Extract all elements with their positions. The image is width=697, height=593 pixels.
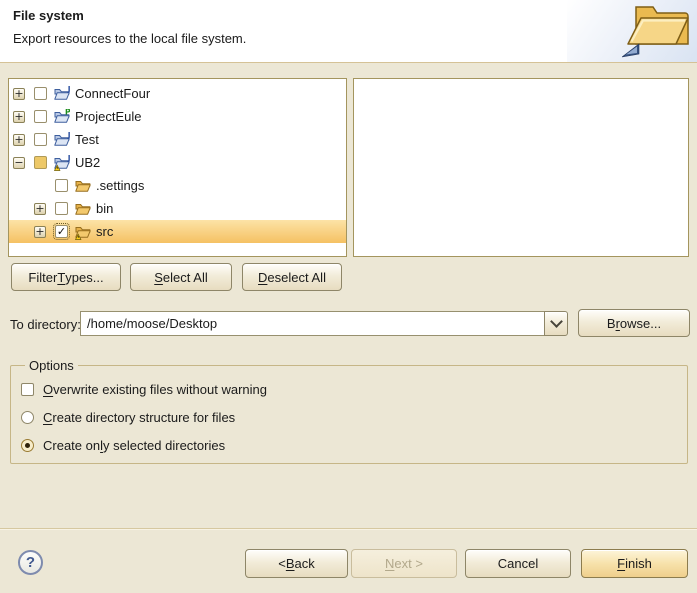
option-radio[interactable] xyxy=(21,439,34,452)
tree-checkbox[interactable] xyxy=(34,156,47,169)
file-list-panel[interactable] xyxy=(353,78,689,257)
folder-warning-icon xyxy=(75,224,91,240)
expand-icon[interactable]: + xyxy=(34,203,46,215)
tree-row[interactable]: + ✓ src xyxy=(9,220,346,243)
tree-row[interactable]: + P ProjectEule xyxy=(9,105,346,128)
back-button[interactable]: < Back xyxy=(245,549,348,578)
help-button[interactable]: ? xyxy=(18,550,43,575)
tree-checkbox[interactable] xyxy=(34,87,47,100)
svg-text:J: J xyxy=(67,132,70,140)
svg-text:P: P xyxy=(65,109,70,117)
tree-item-label: ProjectEule xyxy=(75,109,141,124)
option-label: Create only selected directories xyxy=(43,438,225,453)
expand-icon[interactable]: + xyxy=(13,111,25,123)
tree-item-label: src xyxy=(96,224,113,239)
tree-checkbox[interactable]: ✓ xyxy=(55,225,68,238)
folder-icon xyxy=(75,178,91,194)
resource-tree[interactable]: + J ConnectFour + P ProjectEule + J Test − J UB2 .se… xyxy=(8,78,347,257)
tree-item-label: Test xyxy=(75,132,99,147)
wizard-header: File system Export resources to the loca… xyxy=(0,0,697,63)
next-button[interactable]: Next > xyxy=(351,549,457,578)
expand-icon[interactable]: + xyxy=(13,88,25,100)
options-legend: Options xyxy=(25,358,78,373)
option-label: Create directory structure for files xyxy=(43,410,235,425)
tree-row[interactable]: + J Test xyxy=(9,128,346,151)
tree-item-label: bin xyxy=(96,201,113,216)
footer-divider xyxy=(0,528,697,529)
tree-row[interactable]: + J ConnectFour xyxy=(9,82,346,105)
option-row[interactable]: Create only selected directories xyxy=(21,431,687,459)
browse-button[interactable]: Browse... xyxy=(578,309,690,337)
option-label: Overwrite existing files without warning xyxy=(43,382,267,397)
svg-text:J: J xyxy=(67,155,70,163)
filter-types-button[interactable]: Filter Types... xyxy=(11,263,121,291)
tree-checkbox[interactable] xyxy=(55,179,68,192)
tree-row[interactable]: − J UB2 xyxy=(9,151,346,174)
project-folder-p-icon: P xyxy=(54,109,70,125)
option-row[interactable]: Overwrite existing files without warning xyxy=(21,375,687,403)
chevron-down-icon xyxy=(550,315,563,328)
deselect-all-button[interactable]: Deselect All xyxy=(242,263,342,291)
java-project-folder-icon: J xyxy=(54,86,70,102)
svg-text:J: J xyxy=(67,86,70,94)
options-group: Options Overwrite existing files without… xyxy=(10,358,688,464)
select-all-button[interactable]: Select All xyxy=(130,263,232,291)
tree-checkbox[interactable] xyxy=(34,133,47,146)
page-title: File system xyxy=(13,8,84,23)
tree-row[interactable]: + bin xyxy=(9,197,346,220)
directory-dropdown-button[interactable] xyxy=(544,311,568,336)
cancel-button[interactable]: Cancel xyxy=(465,549,571,578)
tree-row[interactable]: .settings xyxy=(9,174,346,197)
finish-button[interactable]: Finish xyxy=(581,549,688,578)
options-body: Overwrite existing files without warning… xyxy=(21,375,687,459)
expand-icon[interactable]: + xyxy=(13,134,25,146)
tree-checkbox[interactable] xyxy=(34,110,47,123)
export-wizard-dialog: File system Export resources to the loca… xyxy=(0,0,697,593)
tree-checkbox[interactable] xyxy=(55,202,68,215)
option-row[interactable]: Create directory structure for files xyxy=(21,403,687,431)
page-subtitle: Export resources to the local file syste… xyxy=(13,31,246,46)
option-radio[interactable] xyxy=(21,411,34,424)
java-project-folder-icon: J xyxy=(54,132,70,148)
folder-icon xyxy=(75,201,91,217)
collapse-icon[interactable]: − xyxy=(13,157,25,169)
java-project-folder-warning-icon: J xyxy=(54,155,70,171)
tree-item-label: UB2 xyxy=(75,155,100,170)
option-checkbox[interactable] xyxy=(21,383,34,396)
tree-item-label: ConnectFour xyxy=(75,86,150,101)
tree-item-label: .settings xyxy=(96,178,144,193)
export-folder-icon xyxy=(622,3,692,59)
expand-icon[interactable]: + xyxy=(34,226,46,238)
to-directory-label: To directory: xyxy=(10,317,81,332)
directory-input[interactable] xyxy=(80,311,545,336)
